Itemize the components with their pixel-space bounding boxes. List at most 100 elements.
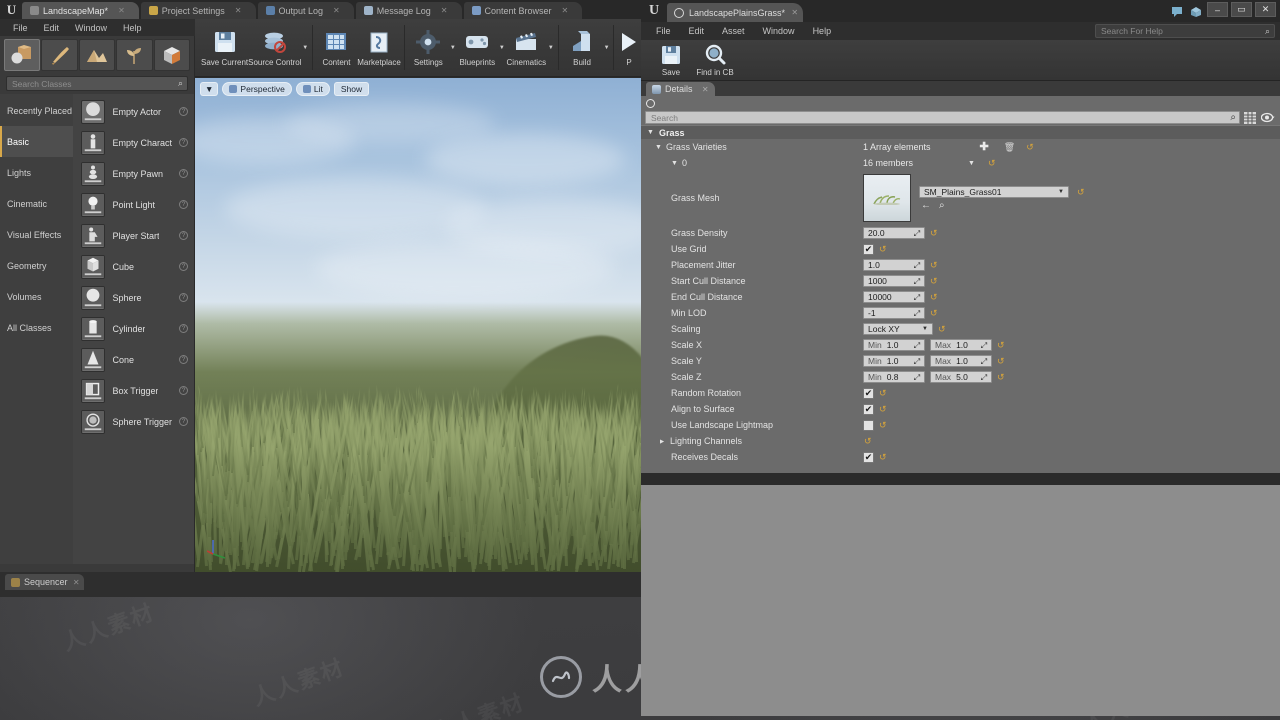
blueprints-dropdown-icon[interactable]: ▼ — [498, 19, 505, 76]
revert-arrow-icon[interactable]: ↺ — [930, 309, 938, 318]
source-control-button[interactable]: Source Control — [248, 19, 301, 76]
scale-x-max-input[interactable]: Max 1.0 ⤢ — [930, 339, 992, 351]
spinner-icon[interactable]: ⤢ — [979, 341, 989, 350]
placement-jitter-input[interactable]: 1.0 ⤢ — [863, 259, 925, 271]
list-item[interactable]: Cylinder ? — [73, 313, 194, 344]
tab-landscapemap[interactable]: LandscapeMap* ✕ — [22, 2, 139, 19]
revert-arrow-icon[interactable]: ↺ — [864, 437, 872, 446]
grid-view-icon[interactable] — [1244, 112, 1256, 124]
category-geometry[interactable]: Geometry — [0, 250, 73, 281]
revert-arrow-icon[interactable]: ↺ — [938, 325, 946, 334]
browse-arrow-icon[interactable]: ← — [921, 201, 931, 211]
close-icon[interactable]: ✕ — [73, 578, 80, 587]
expand-triangle-icon[interactable]: ▼ — [659, 438, 666, 445]
help-icon[interactable]: ? — [179, 386, 188, 395]
scale-y-min-input[interactable]: Min 1.0 ⤢ — [863, 355, 925, 367]
details-search-input[interactable]: Search ⌕ — [645, 111, 1240, 124]
menu-window[interactable]: Window — [755, 24, 803, 38]
close-icon[interactable]: ✕ — [556, 6, 569, 15]
paint-mode-button[interactable] — [41, 39, 77, 71]
save-current-button[interactable]: Save Current — [201, 19, 248, 76]
category-cinematic[interactable]: Cinematic — [0, 188, 73, 219]
plus-icon[interactable]: ✚ — [980, 142, 989, 153]
foliage-mode-button[interactable] — [116, 39, 152, 71]
revert-arrow-icon[interactable]: ↺ — [997, 357, 1005, 366]
spinner-icon[interactable]: ⤢ — [912, 229, 922, 238]
scaling-dropdown[interactable]: Lock XY ▼ — [863, 323, 933, 335]
menu-file[interactable]: File — [648, 24, 679, 38]
end-cull-distance-input[interactable]: 10000 ⤢ — [863, 291, 925, 303]
blueprints-button[interactable]: Blueprints — [457, 19, 499, 76]
list-item[interactable]: Player Start ? — [73, 220, 194, 251]
menu-edit[interactable]: Edit — [37, 21, 67, 35]
revert-arrow-icon[interactable]: ↺ — [930, 261, 938, 270]
scale-z-min-input[interactable]: Min 0.8 ⤢ — [863, 371, 925, 383]
tab-message-log[interactable]: Message Log ✕ — [356, 2, 462, 19]
spinner-icon[interactable]: ⤢ — [912, 341, 922, 350]
category-all-classes[interactable]: All Classes — [0, 312, 73, 343]
help-icon[interactable]: ? — [179, 169, 188, 178]
close-icon[interactable]: ✕ — [112, 6, 125, 15]
start-cull-distance-input[interactable]: 1000 ⤢ — [863, 275, 925, 287]
revert-arrow-icon[interactable]: ↺ — [879, 421, 887, 430]
settings-button[interactable]: Settings — [408, 19, 450, 76]
revert-arrow-icon[interactable]: ↺ — [1077, 188, 1085, 197]
list-item[interactable]: Empty Charact ? — [73, 127, 194, 158]
revert-arrow-icon[interactable]: ↺ — [1026, 143, 1034, 152]
collapse-triangle-icon[interactable]: ▼ — [671, 160, 678, 167]
use-grid-checkbox[interactable]: ✔ — [863, 244, 874, 255]
menu-help[interactable]: Help — [805, 24, 840, 38]
list-item[interactable]: Empty Pawn ? — [73, 158, 194, 189]
show-button[interactable]: Show — [334, 82, 369, 96]
feedback-icon[interactable] — [1171, 5, 1183, 17]
perspective-button[interactable]: Perspective — [222, 82, 291, 96]
help-icon[interactable]: ? — [179, 293, 188, 302]
list-item[interactable]: Cone ? — [73, 344, 194, 375]
scale-z-max-input[interactable]: Max 5.0 ⤢ — [930, 371, 992, 383]
trash-icon[interactable]: 🗑 — [1004, 142, 1015, 153]
help-search-input[interactable]: Search For Help ⌕ — [1095, 24, 1275, 38]
use-landscape-lightmap-checkbox[interactable] — [863, 420, 874, 431]
help-icon[interactable]: ? — [179, 355, 188, 364]
tab-details[interactable]: Details ✕ — [646, 82, 715, 96]
spinner-icon[interactable]: ⤢ — [912, 373, 922, 382]
revert-arrow-icon[interactable]: ↺ — [930, 229, 938, 238]
random-rotation-checkbox[interactable]: ✔ — [863, 388, 874, 399]
source-control-dropdown-icon[interactable]: ▼ — [302, 19, 309, 76]
menu-window[interactable]: Window — [68, 21, 114, 35]
category-basic[interactable]: Basic — [0, 126, 73, 157]
revert-arrow-icon[interactable]: ↺ — [879, 453, 887, 462]
tab-content-browser[interactable]: Content Browser ✕ — [464, 2, 583, 19]
asset-thumbnail[interactable] — [863, 174, 911, 222]
spinner-icon[interactable]: ⤢ — [912, 293, 922, 302]
close-button[interactable]: ✕ — [1255, 2, 1276, 17]
geometry-editing-mode-button[interactable] — [154, 39, 190, 71]
help-icon[interactable]: ? — [179, 200, 188, 209]
minimize-button[interactable]: – — [1207, 2, 1228, 17]
tab-output-log[interactable]: Output Log ✕ — [258, 2, 354, 19]
category-lights[interactable]: Lights — [0, 157, 73, 188]
collapse-triangle-icon[interactable]: ▼ — [655, 144, 662, 151]
marketplace-button[interactable]: Marketplace — [357, 19, 401, 76]
viewport-options-button[interactable]: ▼ — [200, 82, 218, 96]
place-mode-button[interactable] — [4, 39, 40, 71]
help-icon[interactable]: ? — [179, 138, 188, 147]
save-button[interactable]: Save — [649, 40, 693, 80]
align-to-surface-checkbox[interactable]: ✔ — [863, 404, 874, 415]
content-button[interactable]: Content — [316, 19, 358, 76]
close-icon[interactable]: ✕ — [702, 85, 709, 94]
cube-icon[interactable] — [1190, 5, 1202, 17]
revert-arrow-icon[interactable]: ↺ — [879, 245, 887, 254]
close-icon[interactable]: ✕ — [327, 6, 340, 15]
revert-arrow-icon[interactable]: ↺ — [879, 389, 887, 398]
tab-project-settings[interactable]: Project Settings ✕ — [141, 2, 256, 19]
revert-arrow-icon[interactable]: ↺ — [930, 293, 938, 302]
build-dropdown-icon[interactable]: ▼ — [603, 19, 610, 76]
settings-dropdown-icon[interactable]: ▼ — [449, 19, 456, 76]
menu-help[interactable]: Help — [116, 21, 149, 35]
revert-arrow-icon[interactable]: ↺ — [997, 341, 1005, 350]
cinematics-dropdown-icon[interactable]: ▼ — [547, 19, 554, 76]
revert-arrow-icon[interactable]: ↺ — [988, 159, 996, 168]
close-icon[interactable]: ✕ — [791, 8, 798, 17]
list-item[interactable]: Box Trigger ? — [73, 375, 194, 406]
